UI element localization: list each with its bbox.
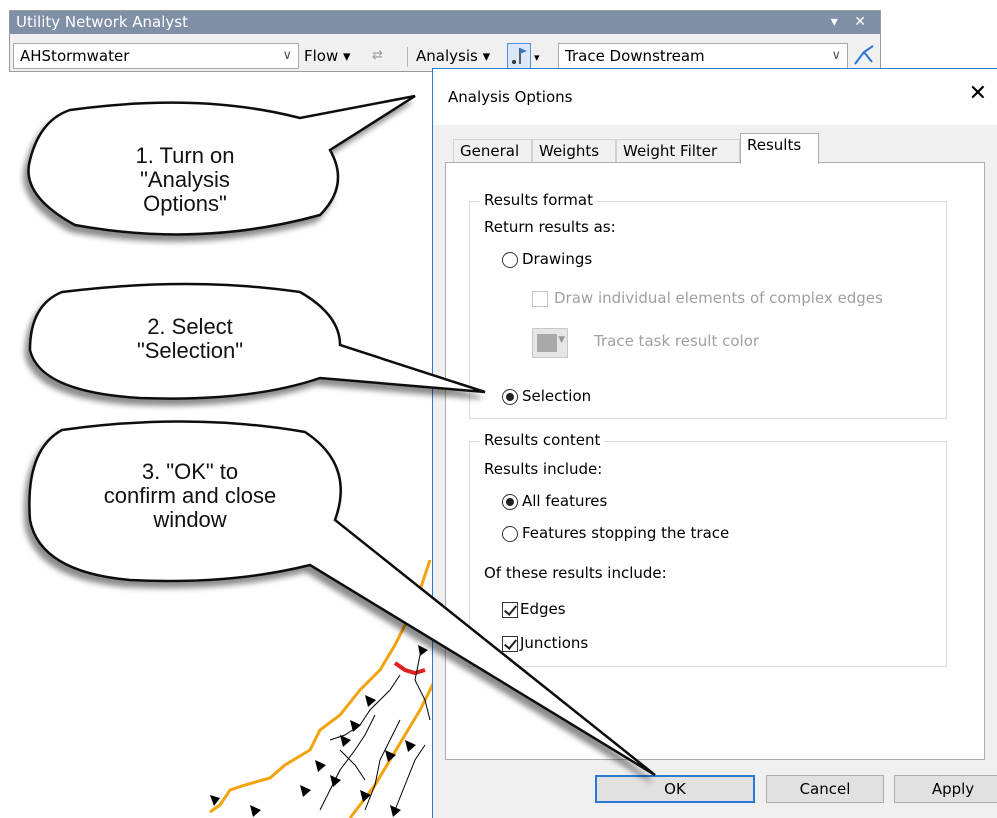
callout-2-text: 2. Select "Selection"	[90, 315, 290, 363]
ok-button[interactable]: OK	[595, 775, 755, 803]
junctions-checkbox[interactable]	[502, 636, 518, 652]
color-swatch	[537, 334, 557, 352]
edges-label[interactable]: Edges	[520, 600, 566, 618]
tab-weight-filter[interactable]: Weight Filter	[616, 139, 740, 163]
results-format-label: Results format	[480, 191, 597, 209]
callout-1-text: 1. Turn on "Analysis Options"	[95, 144, 275, 216]
solve-flag-icon[interactable]	[507, 43, 531, 69]
of-these-results-label: Of these results include:	[484, 564, 667, 582]
toolbar-title: Utility Network Analyst	[16, 13, 188, 31]
edges-checkbox[interactable]	[502, 602, 518, 618]
features-stopping-radio[interactable]	[502, 526, 518, 542]
flow-menu[interactable]: Flow ▾	[304, 45, 351, 67]
callout-3-line: confirm and close	[103, 483, 277, 508]
results-content-label: Results content	[480, 431, 605, 449]
chevron-down-icon: ∨	[282, 48, 292, 63]
toolbar-window-controls[interactable]: ▾ ✕	[831, 11, 872, 34]
selection-label[interactable]: Selection	[522, 387, 591, 405]
all-features-radio[interactable]	[502, 494, 518, 510]
callout-1-line: "Analysis	[140, 167, 230, 192]
trace-task-combo[interactable]: Trace Downstream ∨	[558, 43, 848, 69]
apply-button[interactable]: Apply	[894, 775, 997, 803]
results-format-group: Results format Return results as: Drawin…	[469, 191, 947, 419]
drawings-label[interactable]: Drawings	[522, 250, 592, 268]
dialog-title: Analysis Options	[448, 88, 573, 106]
toolbar-separator	[407, 47, 408, 67]
all-features-label[interactable]: All features	[522, 492, 607, 510]
junctions-label[interactable]: Junctions	[520, 634, 588, 652]
toolbar-titlebar: Utility Network Analyst ▾ ✕	[10, 11, 880, 34]
tab-weights[interactable]: Weights	[532, 139, 616, 163]
callout-1-line: Options"	[143, 191, 227, 216]
callout-2-line: 2. Select	[147, 314, 233, 339]
network-combo-value: AHStormwater	[20, 47, 130, 65]
selection-radio[interactable]	[502, 389, 518, 405]
dialog-titlebar: Analysis Options ✕	[433, 69, 997, 125]
tab-results[interactable]: Results	[740, 133, 819, 164]
draw-individual-label: Draw individual elements of complex edge…	[554, 289, 883, 307]
callout-3-line: 3. "OK" to	[141, 459, 239, 484]
map-network-fragment	[209, 560, 435, 818]
callout-2-line: "Selection"	[136, 338, 244, 363]
features-stopping-label[interactable]: Features stopping the trace	[522, 524, 729, 542]
return-results-label: Return results as:	[484, 218, 616, 236]
cancel-button[interactable]: Cancel	[766, 775, 884, 803]
trace-color-label: Trace task result color	[594, 332, 760, 350]
results-content-group: Results content Results include: All fea…	[469, 431, 947, 667]
utility-network-analyst-toolbar: Utility Network Analyst ▾ ✕ AHStormwater…	[9, 10, 881, 72]
analysis-options-dialog: Analysis Options ✕ General Weights Weigh…	[432, 68, 997, 818]
drawings-radio[interactable]	[502, 252, 518, 268]
draw-individual-checkbox[interactable]	[532, 291, 548, 307]
chevron-down-icon: ∨	[831, 48, 841, 63]
trace-color-picker[interactable]: ▼	[532, 328, 568, 358]
network-combo[interactable]: AHStormwater ∨	[13, 43, 299, 69]
callout-3-line: window	[153, 507, 227, 532]
callout-3-text: 3. "OK" to confirm and close window	[80, 460, 300, 532]
tab-general[interactable]: General	[453, 139, 532, 163]
results-include-label: Results include:	[484, 460, 603, 478]
results-tab-panel: Results format Return results as: Drawin…	[445, 162, 985, 760]
solve-dropdown-icon[interactable]: ▾	[534, 47, 540, 69]
trace-task-value: Trace Downstream	[565, 47, 705, 65]
close-icon[interactable]: ✕	[969, 81, 987, 106]
chevron-down-icon: ▼	[558, 335, 565, 345]
flow-arrows-icon[interactable]: ⇄	[372, 45, 383, 67]
callout-1-line: 1. Turn on	[135, 143, 235, 168]
analysis-menu[interactable]: Analysis ▾	[416, 45, 490, 67]
